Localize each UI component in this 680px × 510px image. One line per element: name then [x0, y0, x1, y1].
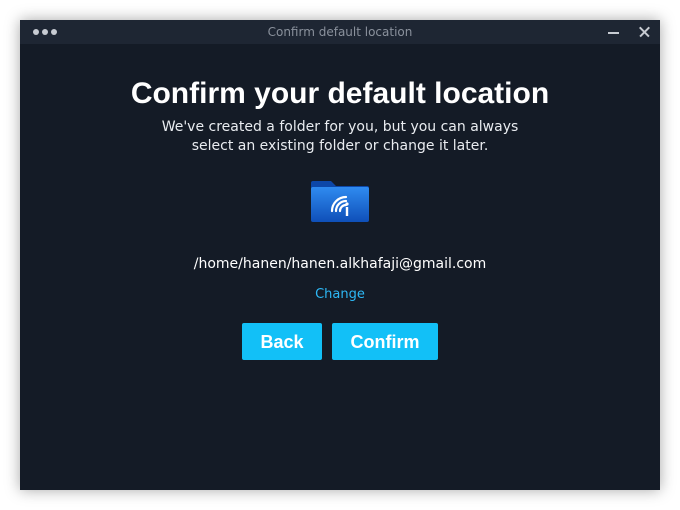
minimize-icon[interactable]: [603, 22, 623, 42]
description-line-2: select an existing folder or change it l…: [191, 138, 489, 154]
page-title: Confirm your default location: [130, 77, 550, 110]
title-bar[interactable]: Confirm default location: [20, 20, 660, 44]
change-link[interactable]: Change: [290, 287, 390, 302]
description-text: We've created a folder for you, but you …: [20, 118, 660, 156]
close-icon[interactable]: [635, 22, 655, 42]
dialog-window: Confirm default location Confirm your de…: [20, 20, 660, 490]
window-title: Confirm default location: [267, 25, 413, 39]
back-button[interactable]: Back: [242, 323, 322, 360]
folder-path: /home/hanen/hanen.alkhafaji@gmail.com: [193, 256, 487, 272]
confirm-button[interactable]: Confirm: [332, 323, 438, 360]
synced-folder-icon: [311, 181, 369, 222]
description-line-1: We've created a folder for you, but you …: [161, 119, 519, 135]
